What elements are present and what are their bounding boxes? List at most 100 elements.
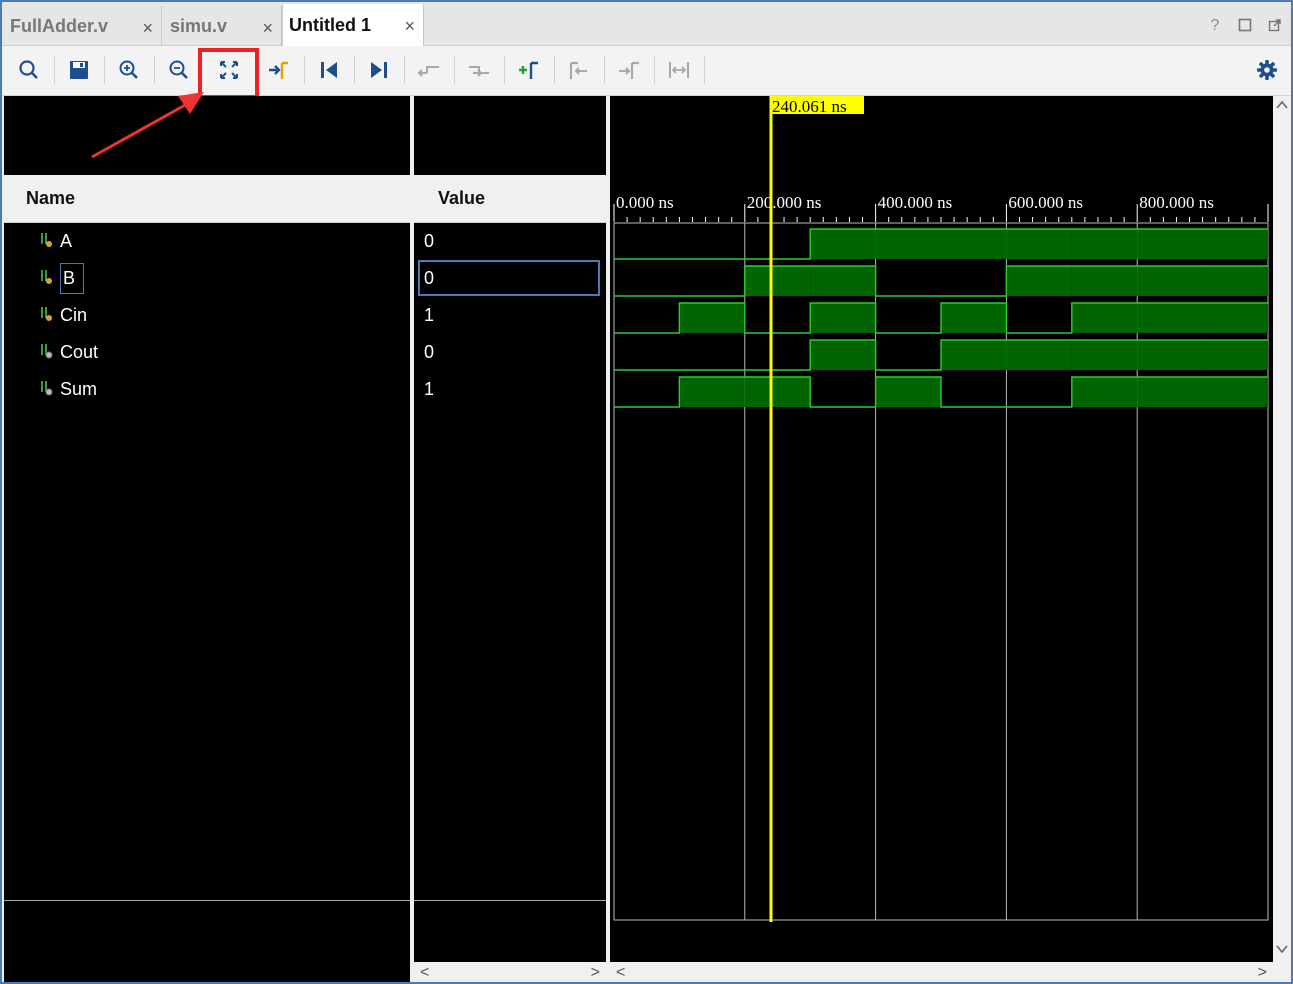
waveform-high-segment: [1137, 340, 1203, 370]
cursor-time-label: 240.061 ns: [772, 97, 847, 116]
signal-value-a: 0: [424, 230, 435, 251]
signal-name: Sum: [60, 378, 98, 399]
waveform-horizontal-scrollbar[interactable]: < >: [610, 962, 1273, 982]
signal-name: A: [60, 230, 73, 251]
signal-names-panel: Name A B Cin Cout Sum: [4, 96, 410, 982]
waveform-high-segment: [744, 266, 811, 296]
input-signal-icon: [41, 270, 52, 284]
signal-value-sum: 1: [424, 378, 435, 399]
input-signal-icon: [41, 233, 52, 247]
search-icon[interactable]: [16, 57, 42, 83]
signal-values-panel: Value 0 0 1 0 1 < >: [414, 96, 606, 982]
add-marker-icon[interactable]: [516, 57, 542, 83]
close-icon[interactable]: ×: [262, 18, 273, 39]
ruler-tick-label: 800.000 ns: [1139, 193, 1214, 212]
signal-value-cin: 1: [424, 304, 435, 325]
scroll-left-icon[interactable]: <: [420, 964, 429, 982]
signal-name: Cout: [60, 341, 99, 362]
scroll-right-icon[interactable]: >: [591, 964, 600, 982]
waveform-high-segment: [810, 303, 876, 333]
waveform-vertical-scrollbar[interactable]: [1273, 96, 1291, 966]
waveform-high-segment: [941, 229, 1007, 259]
divider: [4, 900, 410, 901]
waveform-high-segment: [679, 377, 745, 407]
input-signal-icon: [41, 307, 52, 321]
waveform-window: FullAdder.v × simu.v × Untitled 1 × ? Na…: [0, 0, 1293, 984]
go-to-cursor-icon[interactable]: [266, 57, 292, 83]
waveform-high-segment: [1202, 303, 1268, 333]
zoom-in-icon[interactable]: [116, 57, 142, 83]
waveform-high-segment: [941, 340, 1007, 370]
ruler-tick-label: 600.000 ns: [1008, 193, 1083, 212]
waveform-high-segment: [810, 266, 876, 296]
signal-row-sum[interactable]: Sum: [40, 374, 97, 404]
waveform-high-segment: [1137, 303, 1203, 333]
waveform-high-segment: [1137, 266, 1203, 296]
value-column-header[interactable]: Value: [414, 175, 606, 223]
waveform-high-segment: [1071, 340, 1138, 370]
close-icon[interactable]: ×: [142, 18, 153, 39]
waveform-high-segment: [1202, 229, 1268, 259]
close-icon[interactable]: ×: [404, 16, 415, 37]
waveform-high-segment: [1006, 340, 1072, 370]
previous-transition-icon[interactable]: [416, 57, 442, 83]
signal-value-cout: 0: [424, 341, 435, 362]
waveform-high-segment: [941, 303, 1007, 333]
tab-bar: FullAdder.v × simu.v × Untitled 1 × ?: [2, 2, 1291, 47]
waveform-high-segment: [679, 303, 745, 333]
waveform-high-segment: [1137, 377, 1203, 407]
waveform-canvas[interactable]: 0.000 ns 200.000 ns 400.000 ns 600.000 ns 80…: [610, 96, 1273, 984]
scroll-right-icon[interactable]: >: [1258, 964, 1267, 982]
waveform-high-segment: [1137, 229, 1203, 259]
window-controls: ?: [1207, 18, 1283, 34]
settings-icon[interactable]: [1254, 57, 1280, 83]
waveform-high-segment: [1202, 340, 1268, 370]
waveform-high-segment: [1202, 377, 1268, 407]
name-column-header[interactable]: Name: [4, 175, 410, 223]
signal-row-cin[interactable]: Cin: [40, 300, 87, 330]
waveform-high-segment: [1006, 266, 1072, 296]
go-to-last-time-icon[interactable]: [366, 57, 392, 83]
signal-row-b[interactable]: B: [40, 262, 85, 294]
waveform-high-segment: [1071, 266, 1138, 296]
signal-row-a[interactable]: A: [40, 226, 72, 256]
zoom-out-icon[interactable]: [166, 57, 192, 83]
ruler-tick-label: 200.000 ns: [747, 193, 822, 212]
waveform-high-segment: [810, 340, 876, 370]
save-icon[interactable]: [66, 57, 92, 83]
waveform-high-segment: [1071, 229, 1138, 259]
waveform-high-segment: [1006, 229, 1072, 259]
ruler-tick-label: 0.000 ns: [616, 193, 674, 212]
annotation-arrow: [91, 92, 204, 159]
output-signal-icon: [41, 344, 53, 359]
tab-label: simu.v: [170, 15, 228, 36]
waveform-panel[interactable]: 0.000 ns 200.000 ns 400.000 ns 600.000 ns 80…: [610, 96, 1273, 984]
signal-name-selected: B: [60, 262, 85, 294]
float-icon[interactable]: [1267, 18, 1283, 34]
values-horizontal-scrollbar[interactable]: < >: [414, 962, 606, 982]
divider: [414, 900, 606, 901]
swap-cursors-icon[interactable]: [666, 57, 692, 83]
ruler-tick-label: 400.000 ns: [878, 193, 953, 212]
waveform-high-segment: [875, 229, 941, 259]
tab-fulladder[interactable]: FullAdder.v ×: [4, 6, 162, 46]
restore-icon[interactable]: [1237, 18, 1253, 34]
waveform-high-segment: [744, 377, 811, 407]
tab-label: FullAdder.v: [10, 15, 109, 36]
signal-row-cout[interactable]: Cout: [40, 337, 98, 367]
scroll-left-icon[interactable]: <: [616, 964, 625, 982]
output-signal-icon: [41, 381, 53, 396]
signal-name: Cin: [60, 304, 88, 325]
go-to-time-zero-icon[interactable]: [316, 57, 342, 83]
tab-untitled-1[interactable]: Untitled 1 ×: [282, 4, 424, 47]
waveform-high-segment: [1071, 377, 1138, 407]
previous-marker-icon[interactable]: [566, 57, 592, 83]
waveform-high-segment: [875, 377, 941, 407]
value-header-label: Value: [438, 188, 486, 208]
next-marker-icon[interactable]: [616, 57, 642, 83]
tab-simu[interactable]: simu.v ×: [164, 6, 282, 46]
signal-value-b-selected[interactable]: 0: [418, 260, 600, 296]
name-header-label: Name: [26, 188, 76, 208]
help-icon[interactable]: ?: [1207, 18, 1223, 34]
next-transition-icon[interactable]: [466, 57, 492, 83]
